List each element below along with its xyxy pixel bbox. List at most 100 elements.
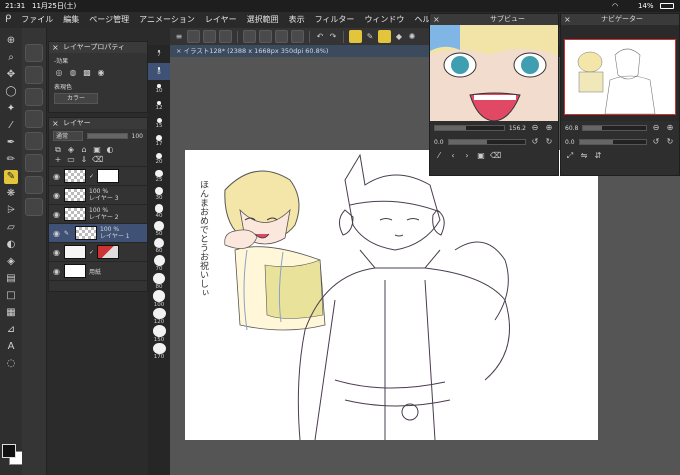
brush-size-option[interactable]: 120	[148, 307, 170, 325]
navigator-preview-area[interactable]	[561, 25, 679, 121]
subtool-slot[interactable]	[25, 88, 43, 106]
menu-icon[interactable]: ≡	[174, 32, 184, 42]
brush-size-option[interactable]: 100	[148, 290, 170, 308]
blend-mode-select[interactable]: 通常	[53, 131, 83, 141]
new-folder-icon[interactable]: ▭	[66, 155, 76, 165]
eye-icon[interactable]: ◉	[52, 267, 61, 276]
open-button[interactable]	[259, 30, 272, 43]
brush-size-option[interactable]: 50	[148, 220, 170, 238]
brush-size-option[interactable]: 20	[148, 150, 170, 168]
subtool-slot[interactable]	[25, 154, 43, 172]
zoom-out-icon[interactable]: ⊖	[530, 123, 540, 133]
new-layer-icon[interactable]: +	[53, 155, 63, 165]
merge-icon[interactable]: ⇓	[79, 155, 89, 165]
close-icon[interactable]: ×	[52, 42, 59, 53]
app-logo-icon[interactable]: ᑭ	[0, 12, 16, 28]
rotate-left-icon[interactable]: ↺	[530, 137, 540, 147]
fill-tool-icon[interactable]: ◈	[4, 255, 18, 269]
decoration-icon[interactable]: ❋	[4, 187, 18, 201]
pen-tool-icon[interactable]: ✒	[4, 136, 18, 150]
image-icon[interactable]: ▣	[476, 151, 486, 161]
gradient-icon[interactable]: ▤	[4, 272, 18, 286]
blend-icon[interactable]: ◐	[4, 238, 18, 252]
brush-size-option[interactable]: 17	[148, 133, 170, 151]
close-icon[interactable]: ×	[564, 14, 571, 25]
menu-filter[interactable]: フィルター	[310, 12, 360, 28]
brush-size-option[interactable]: 7	[148, 45, 170, 63]
canvas[interactable]: ほんまおめでとうお祝いしぃ	[185, 150, 598, 441]
zoom-in-icon[interactable]: ⊕	[665, 123, 675, 133]
subtool-slot[interactable]	[25, 198, 43, 216]
menu-animation[interactable]: アニメーション	[134, 12, 200, 28]
brush-size-option[interactable]: 15	[148, 115, 170, 133]
reference-icon[interactable]: ◈	[66, 145, 76, 155]
brush-size-option[interactable]: 170	[148, 342, 170, 360]
sub-view-zoom-slider[interactable]	[434, 125, 505, 131]
sub-view-rotate-slider[interactable]	[447, 139, 526, 145]
brush-size-option[interactable]: 60	[148, 238, 170, 256]
zoom-icon[interactable]: ⌕	[4, 51, 18, 65]
text-icon[interactable]: A	[4, 340, 18, 354]
layer-panel-button[interactable]	[219, 30, 232, 43]
prev-icon[interactable]: ‹	[448, 151, 458, 161]
airbrush-icon[interactable]: ⩥	[4, 204, 18, 218]
opacity-slider[interactable]	[87, 133, 128, 139]
eye-icon[interactable]: ◉	[52, 172, 61, 181]
settings-icon[interactable]: ✺	[407, 32, 417, 42]
layer-row[interactable]: ◉ 100 % レイヤー 2	[49, 205, 147, 224]
rotate-right-icon[interactable]: ↻	[665, 137, 675, 147]
effect-tone-icon[interactable]: ◍	[68, 68, 78, 78]
layer-row[interactable]: ◉ ✓	[49, 167, 147, 186]
brush-size-option[interactable]: 80	[148, 272, 170, 290]
document-tab[interactable]: × イラスト128* (2388 x 1668px 350dpi 60.8%)	[170, 45, 430, 57]
new-file-button[interactable]	[243, 30, 256, 43]
brush-size-option[interactable]: 8	[148, 62, 170, 80]
subtool-slot[interactable]	[25, 176, 43, 194]
color-wheel-button[interactable]	[203, 30, 216, 43]
brush-size-option[interactable]: 70	[148, 255, 170, 273]
lock-icon[interactable]: ⌂	[79, 145, 89, 155]
layer-row[interactable]: ◉ 用紙	[49, 262, 147, 281]
balloon-icon[interactable]: ◌	[4, 357, 18, 371]
eraser-icon[interactable]: ▱	[4, 221, 18, 235]
pencil-icon[interactable]: ✏	[4, 153, 18, 167]
hand-icon[interactable]: ✥	[4, 68, 18, 82]
lasso-icon[interactable]: ◯	[4, 85, 18, 99]
redo-icon[interactable]: ↷	[328, 32, 338, 42]
lock-alpha-icon[interactable]: ▣	[92, 145, 102, 155]
subtool-slot[interactable]	[25, 66, 43, 84]
pen-icon[interactable]: ✎	[365, 32, 375, 42]
brush-icon[interactable]: ✎	[4, 170, 18, 184]
frame-icon[interactable]: ▦	[4, 306, 18, 320]
menu-file[interactable]: ファイル	[16, 12, 58, 28]
menu-edit[interactable]: 編集	[58, 12, 84, 28]
close-icon[interactable]: ×	[433, 14, 440, 25]
rotate-right-icon[interactable]: ↻	[544, 137, 554, 147]
zoom-in-icon[interactable]: ⊕	[544, 123, 554, 133]
zoom-out-icon[interactable]: ⊖	[651, 123, 661, 133]
subtool-slot[interactable]	[25, 44, 43, 62]
snap-button[interactable]	[349, 30, 362, 43]
fill-icon[interactable]: ◆	[394, 32, 404, 42]
navigator-rotate-slider[interactable]	[578, 139, 647, 145]
foreground-color-swatch[interactable]	[2, 444, 16, 458]
undo-icon[interactable]: ↶	[315, 32, 325, 42]
brush-size-option[interactable]: 12	[148, 98, 170, 116]
sub-view-image[interactable]	[430, 25, 558, 121]
auto-select-icon[interactable]: ✦	[4, 102, 18, 116]
expression-select[interactable]: カラー	[54, 93, 98, 104]
subtool-slot[interactable]	[25, 132, 43, 150]
brush-size-option[interactable]: 25	[148, 168, 170, 186]
menu-view[interactable]: 表示	[284, 12, 310, 28]
layer-row[interactable]: ◉ ✓	[49, 243, 147, 262]
brush-size-option[interactable]: 30	[148, 185, 170, 203]
layer-row[interactable]: ◉ 100 % レイヤー 3	[49, 186, 147, 205]
navigator-zoom-slider[interactable]	[582, 125, 647, 131]
brush-size-option[interactable]: 10	[148, 80, 170, 98]
menu-layer[interactable]: レイヤー	[200, 12, 242, 28]
rotate-left-icon[interactable]: ↺	[651, 137, 661, 147]
mask-icon[interactable]: ◐	[105, 145, 115, 155]
eyedropper-icon[interactable]: ⁄	[4, 119, 18, 133]
clip-icon[interactable]: ⧉	[53, 145, 63, 155]
menu-window[interactable]: ウィンドウ	[359, 12, 409, 28]
